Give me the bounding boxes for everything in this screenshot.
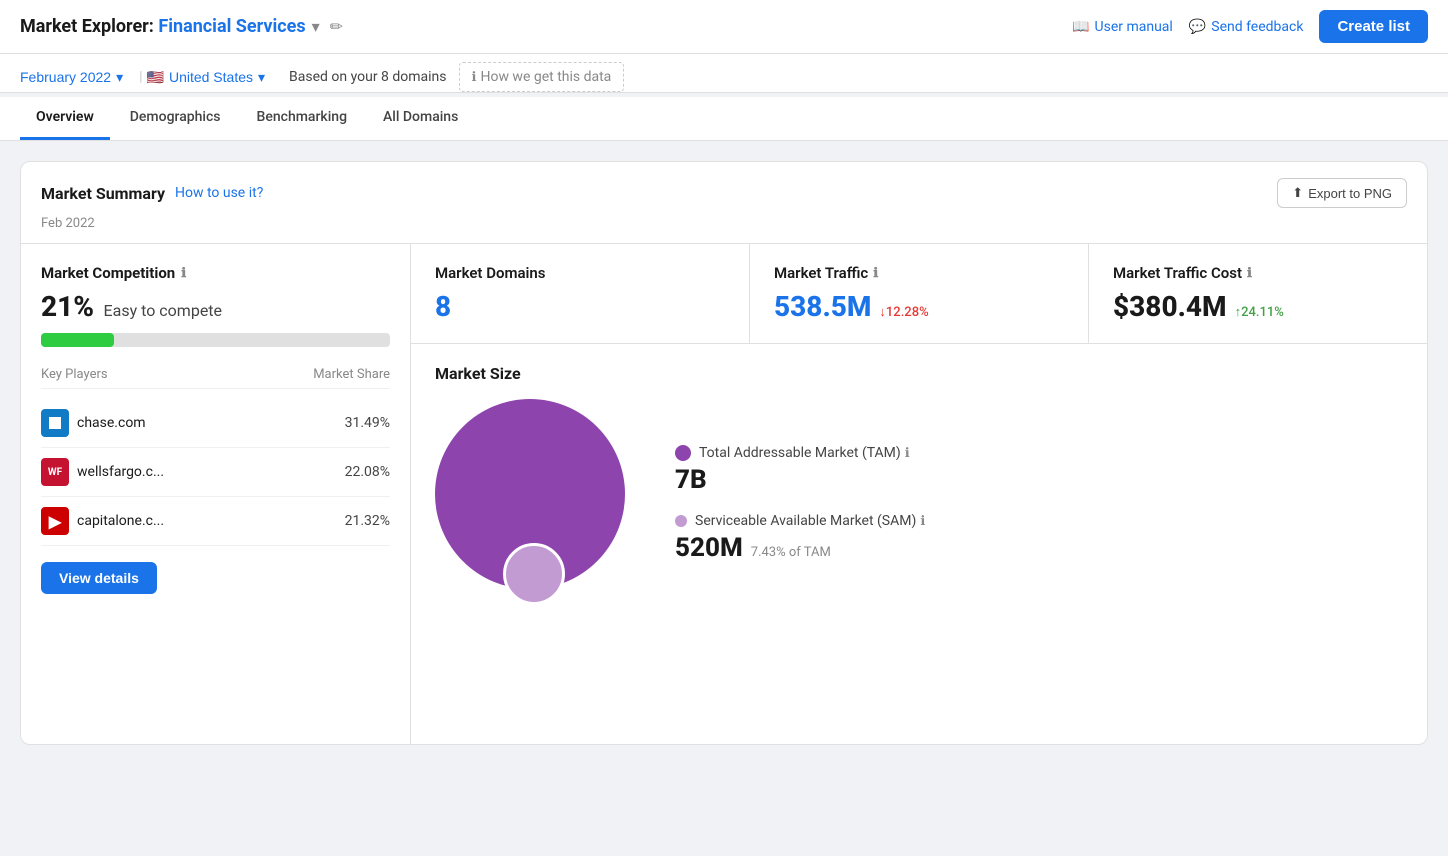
tam-legend-header: Total Addressable Market (TAM) ℹ [675, 445, 925, 461]
how-data-link[interactable]: ℹ How we get this data [459, 62, 625, 92]
market-size-section: Market Size [411, 344, 1427, 629]
info-icon[interactable]: ℹ [905, 446, 910, 461]
sam-legend-item: Serviceable Available Market (SAM) ℹ 520… [675, 513, 925, 563]
sam-value: 520M [675, 533, 743, 563]
top-bar: Market Explorer: Financial Services ▾ ✏ … [0, 0, 1448, 54]
player-share: 22.08% [345, 464, 390, 480]
tam-label: Total Addressable Market (TAM) ℹ [699, 445, 910, 461]
tab-overview[interactable]: Overview [20, 97, 110, 140]
tab-benchmarking[interactable]: Benchmarking [241, 97, 364, 140]
key-players-header: Key Players Market Share [41, 367, 390, 389]
capitalone-logo: ▶ [41, 507, 69, 535]
tam-value: 7B [675, 465, 925, 495]
competition-percent: 21% [41, 290, 94, 323]
card-header-left: Market Summary How to use it? [41, 184, 263, 203]
sub-bar-left: February 2022 ▾ | 🇺🇸 United States ▾ Bas… [20, 62, 1428, 92]
player-row: WF wellsfargo.c... 22.08% [41, 448, 390, 497]
separator: | [139, 69, 142, 85]
view-details-button[interactable]: View details [41, 562, 157, 594]
pencil-icon[interactable]: ✏ [330, 17, 343, 36]
chat-icon: 💬 [1189, 19, 1206, 35]
category-label: Financial Services [158, 16, 305, 37]
traffic-change: ↓12.28% [879, 304, 928, 320]
market-size-bubble-chart [435, 399, 635, 609]
sam-bubble [503, 543, 565, 605]
chevron-down-icon: ▾ [258, 69, 265, 86]
app-title: Market Explorer: Financial Services [20, 16, 306, 37]
user-manual-link[interactable]: 📖 User manual [1072, 19, 1173, 35]
date-filter-button[interactable]: February 2022 ▾ [20, 63, 135, 92]
info-icon[interactable]: ℹ [920, 514, 925, 529]
upload-icon: ⬆ [1292, 185, 1303, 201]
export-png-button[interactable]: ⬆ Export to PNG [1277, 178, 1407, 208]
player-name: wellsfargo.c... [77, 464, 164, 480]
tab-all-domains[interactable]: All Domains [367, 97, 474, 140]
sub-bar: February 2022 ▾ | 🇺🇸 United States ▾ Bas… [0, 54, 1448, 93]
chevron-down-icon: ▾ [116, 69, 123, 86]
send-feedback-link[interactable]: 💬 Send feedback [1189, 19, 1304, 35]
tam-dot [675, 445, 691, 461]
player-info: ▶ capitalone.c... [41, 507, 164, 535]
metric-value-row: 538.5M ↓12.28% [774, 290, 1064, 323]
nav-tabs: Overview Demographics Benchmarking All D… [0, 97, 1448, 141]
market-size-title: Market Size [435, 364, 1403, 383]
cost-change: ↑24.11% [1235, 304, 1284, 320]
top-bar-left: Market Explorer: Financial Services ▾ ✏ [20, 16, 343, 37]
info-icon[interactable]: ℹ [181, 266, 186, 281]
competition-progress-bar [41, 333, 390, 347]
metric-value-row: $380.4M ↑24.11% [1113, 290, 1403, 323]
player-info: chase.com [41, 409, 146, 437]
how-to-use-link[interactable]: How to use it? [175, 185, 263, 201]
competition-stats: 21% Easy to compete [41, 290, 390, 323]
metric-value-domains: 8 [435, 290, 725, 323]
sam-value-row: 520M 7.43% of TAM [675, 533, 925, 563]
sam-pct: 7.43% of TAM [751, 545, 831, 560]
player-row: chase.com 31.49% [41, 399, 390, 448]
info-icon: ℹ [472, 70, 477, 85]
market-summary-title: Market Summary [41, 184, 165, 203]
tab-demographics[interactable]: Demographics [114, 97, 237, 140]
competition-label: Easy to compete [104, 301, 222, 320]
metric-label: Market Domains [435, 264, 725, 282]
metric-label: Market Traffic Cost ℹ [1113, 264, 1403, 282]
country-filter-button[interactable]: 🇺🇸 United States ▾ [147, 63, 278, 92]
sam-dot [675, 515, 687, 527]
metric-label: Market Traffic ℹ [774, 264, 1064, 282]
domains-count-text: Based on your 8 domains [277, 63, 458, 91]
info-icon[interactable]: ℹ [873, 266, 878, 281]
metric-value-traffic: 538.5M [774, 290, 871, 323]
right-panel: Market Domains 8 Market Traffic ℹ 538.5M… [411, 244, 1427, 744]
player-name: chase.com [77, 415, 146, 431]
info-icon[interactable]: ℹ [1247, 266, 1252, 281]
player-share: 21.32% [345, 513, 390, 529]
market-competition-title: Market Competition ℹ [41, 264, 390, 282]
market-summary-card: Market Summary How to use it? ⬆ Export t… [20, 161, 1428, 745]
chevron-down-icon[interactable]: ▾ [312, 17, 320, 36]
market-size-legend: Total Addressable Market (TAM) ℹ 7B [675, 445, 925, 563]
chase-logo [41, 409, 69, 437]
wellsfargo-logo: WF [41, 458, 69, 486]
left-panel: Market Competition ℹ 21% Easy to compete… [21, 244, 411, 744]
tam-legend-item: Total Addressable Market (TAM) ℹ 7B [675, 445, 925, 495]
player-row: ▶ capitalone.c... 21.32% [41, 497, 390, 546]
metric-cell-traffic: Market Traffic ℹ 538.5M ↓12.28% [750, 244, 1089, 343]
book-icon: 📖 [1072, 19, 1089, 35]
metric-cell-domains: Market Domains 8 [411, 244, 750, 343]
metrics-row: Market Domains 8 Market Traffic ℹ 538.5M… [411, 244, 1427, 344]
card-body: Market Competition ℹ 21% Easy to compete… [21, 244, 1427, 744]
flag-icon: 🇺🇸 [147, 69, 164, 86]
player-info: WF wellsfargo.c... [41, 458, 164, 486]
sam-legend-header: Serviceable Available Market (SAM) ℹ [675, 513, 925, 529]
player-share: 31.49% [345, 415, 390, 431]
card-date-subtitle: Feb 2022 [21, 212, 1427, 243]
metric-value-cost: $380.4M [1113, 290, 1227, 323]
main-content: Market Summary How to use it? ⬆ Export t… [0, 141, 1448, 765]
sam-label: Serviceable Available Market (SAM) ℹ [695, 513, 925, 529]
market-size-content: Total Addressable Market (TAM) ℹ 7B [435, 399, 1403, 609]
top-bar-right: 📖 User manual 💬 Send feedback Create lis… [1072, 10, 1428, 43]
create-list-button[interactable]: Create list [1319, 10, 1428, 43]
metric-cell-cost: Market Traffic Cost ℹ $380.4M ↑24.11% [1089, 244, 1427, 343]
player-name: capitalone.c... [77, 513, 164, 529]
progress-bar-fill [41, 333, 114, 347]
